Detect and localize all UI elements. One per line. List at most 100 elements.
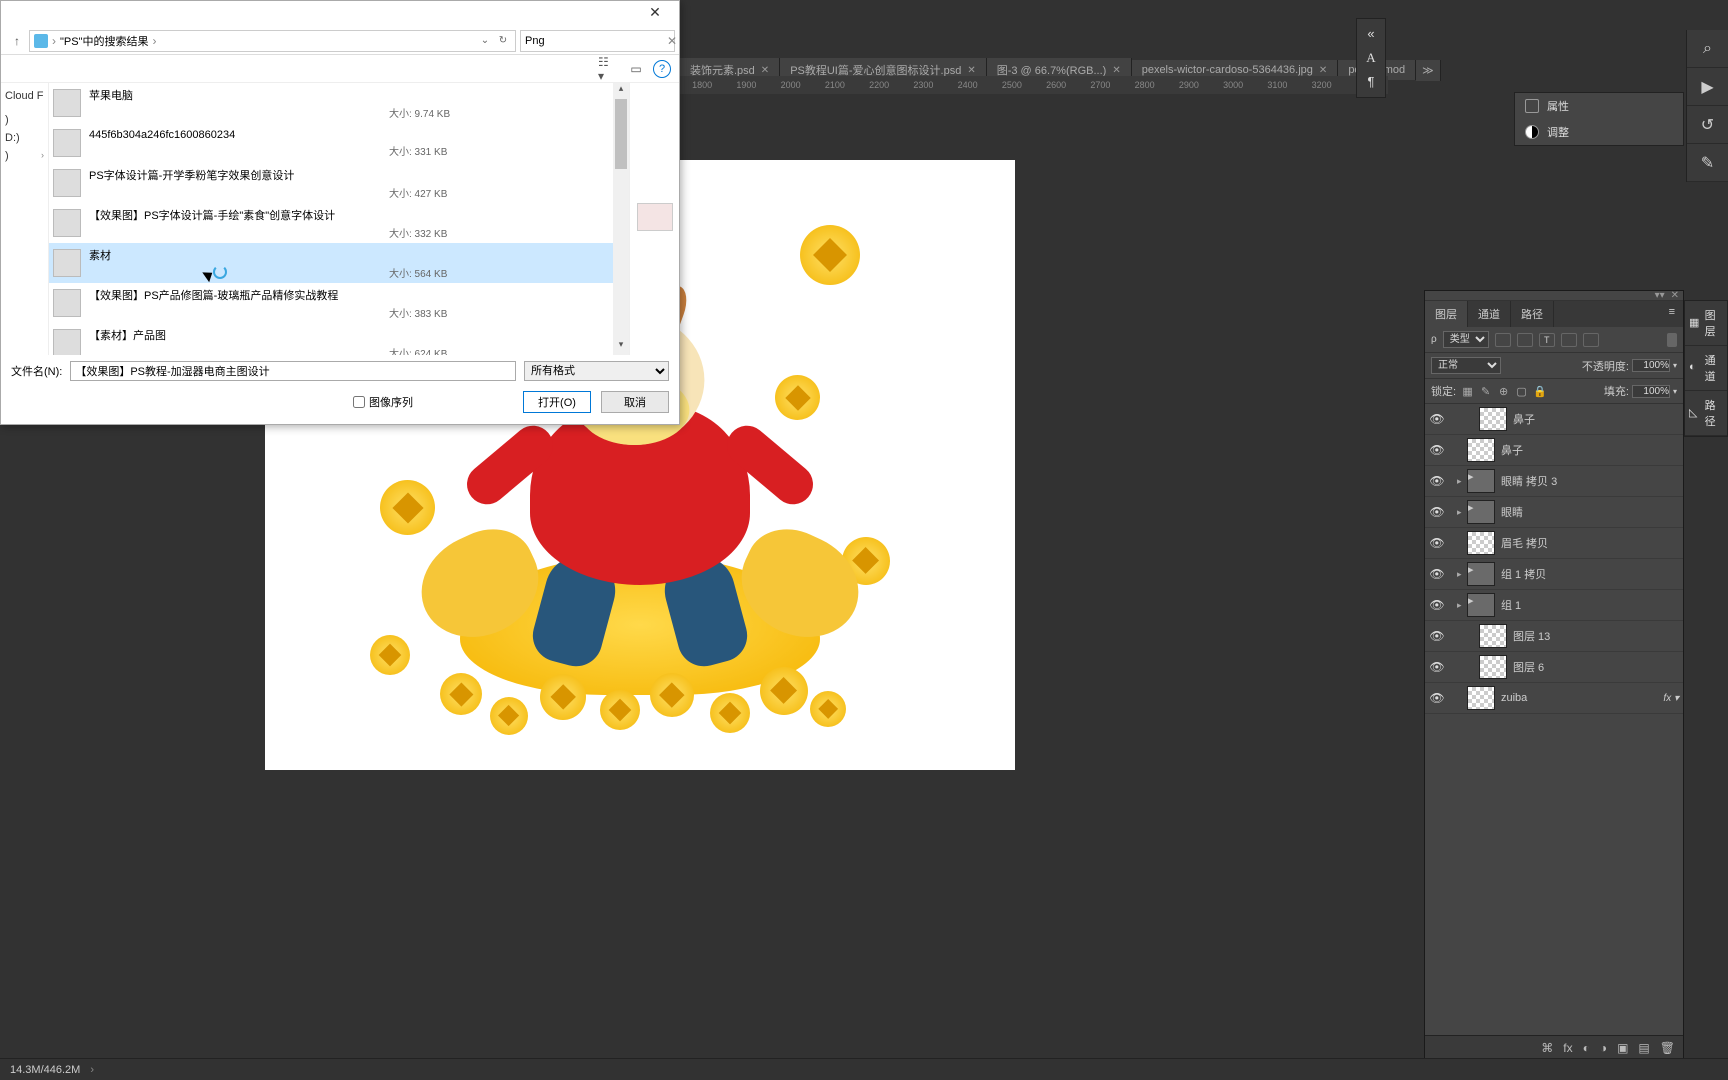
preview-pane-icon[interactable]: ▭: [625, 59, 647, 79]
blend-mode-select[interactable]: 正常: [1431, 357, 1501, 374]
play-icon[interactable]: ▶: [1687, 68, 1728, 106]
filter-shape-icon[interactable]: [1561, 333, 1577, 347]
visibility-icon[interactable]: 👁: [1429, 474, 1445, 488]
search-bar[interactable]: ✕: [520, 30, 675, 52]
visibility-icon[interactable]: 👁: [1429, 691, 1445, 705]
layer-row[interactable]: 👁鼻子: [1425, 435, 1683, 466]
group-icon[interactable]: ▣: [1617, 1041, 1628, 1055]
visibility-icon[interactable]: 👁: [1429, 660, 1445, 674]
collapse-icon[interactable]: ▾▾: [1655, 290, 1665, 301]
visibility-icon[interactable]: 👁: [1429, 443, 1445, 457]
scroll-track[interactable]: [613, 99, 629, 339]
file-item[interactable]: 【素材】产品图 大小: 624 KB: [49, 323, 613, 355]
dropdown-icon[interactable]: ⌄: [477, 35, 493, 46]
properties-row[interactable]: 属性: [1515, 93, 1683, 119]
adjustment-icon[interactable]: ◑: [1600, 1041, 1607, 1055]
file-item[interactable]: 苹果电脑 大小: 9.74 KB: [49, 83, 613, 123]
checkbox[interactable]: [353, 396, 365, 408]
filter-toggle[interactable]: [1667, 333, 1677, 347]
tree-item[interactable]: D:): [3, 129, 46, 147]
layer-row[interactable]: 👁图层 13: [1425, 621, 1683, 652]
visibility-icon[interactable]: 👁: [1429, 505, 1445, 519]
tree-item[interactable]: ): [3, 111, 46, 129]
trash-icon[interactable]: 🗑: [1660, 1041, 1675, 1055]
lock-position-icon[interactable]: ⊕: [1497, 385, 1510, 398]
tree-item[interactable]: )›: [3, 147, 46, 165]
chevron-down-icon[interactable]: ▾: [1673, 387, 1677, 396]
panel-collapse-bar[interactable]: ▾▾ ✕: [1425, 291, 1683, 301]
chevron-right-icon[interactable]: ▸: [1457, 569, 1467, 580]
close-icon[interactable]: ✕: [1671, 290, 1679, 301]
chevron-right-icon[interactable]: ▸: [1457, 600, 1467, 611]
panel-menu-icon[interactable]: ≡: [1661, 301, 1683, 327]
search-icon[interactable]: ⌕: [1687, 30, 1728, 68]
lock-artboard-icon[interactable]: ▢: [1515, 385, 1528, 398]
visibility-icon[interactable]: 👁: [1429, 567, 1445, 581]
scroll-down-icon[interactable]: ▾: [613, 339, 629, 355]
file-item[interactable]: PS字体设计篇-开学季粉笔字效果创意设计 大小: 427 KB: [49, 163, 613, 203]
lock-pixels-icon[interactable]: ▦: [1461, 385, 1474, 398]
file-item[interactable]: 【效果图】PS字体设计篇-手绘"素食"创意字体设计 大小: 332 KB: [49, 203, 613, 243]
close-button[interactable]: ✕: [637, 4, 673, 24]
layer-row[interactable]: 👁图层 6: [1425, 652, 1683, 683]
layer-row[interactable]: 👁▸▸组 1 拷贝: [1425, 559, 1683, 590]
file-item[interactable]: 445f6b304a246fc1600860234 大小: 331 KB: [49, 123, 613, 163]
file-item[interactable]: 【效果图】PS产品修图篇-玻璃瓶产品精修实战教程 大小: 383 KB: [49, 283, 613, 323]
tabs-overflow[interactable]: ≫: [1416, 60, 1441, 81]
view-options-icon[interactable]: ☷ ▾: [597, 59, 619, 79]
chevron-right-icon[interactable]: ▸: [1457, 476, 1467, 487]
close-icon[interactable]: ✕: [1319, 65, 1327, 76]
filter-text-icon[interactable]: T: [1539, 333, 1555, 347]
filter-smart-icon[interactable]: [1583, 333, 1599, 347]
close-icon[interactable]: ✕: [761, 65, 769, 76]
mask-icon[interactable]: ◐: [1583, 1041, 1590, 1055]
open-button[interactable]: 打开(O): [523, 391, 591, 413]
lock-brush-icon[interactable]: ✎: [1479, 385, 1492, 398]
filetype-select[interactable]: 所有格式: [524, 361, 669, 381]
tab-layers[interactable]: 图层: [1425, 301, 1468, 327]
filter-kind-select[interactable]: 类型: [1443, 331, 1489, 348]
layer-row[interactable]: 👁zuibafx ▾: [1425, 683, 1683, 714]
tree-item[interactable]: Cloud F: [3, 87, 46, 105]
layers-list[interactable]: 👁鼻子👁鼻子👁▸▸眼睛 拷贝 3👁▸▸眼睛👁眉毛 拷贝👁▸▸组 1 拷贝👁▸▸组…: [1425, 404, 1683, 714]
new-layer-icon[interactable]: ▤: [1638, 1041, 1649, 1055]
side-tab-channels[interactable]: ◐通道: [1685, 346, 1727, 391]
refresh-icon[interactable]: ↻: [495, 35, 511, 46]
visibility-icon[interactable]: 👁: [1429, 412, 1445, 426]
lock-all-icon[interactable]: 🔒: [1533, 385, 1546, 398]
visibility-icon[interactable]: 👁: [1429, 598, 1445, 612]
fx-icon[interactable]: fx: [1563, 1041, 1572, 1055]
filter-adjust-icon[interactable]: [1517, 333, 1533, 347]
filter-pixel-icon[interactable]: [1495, 333, 1511, 347]
layer-row[interactable]: 👁▸▸眼睛 拷贝 3: [1425, 466, 1683, 497]
layer-row[interactable]: 👁鼻子: [1425, 404, 1683, 435]
scroll-thumb[interactable]: [615, 99, 627, 169]
tab-paths[interactable]: 路径: [1511, 301, 1554, 327]
clear-icon[interactable]: ✕: [667, 34, 677, 48]
chevron-right-icon[interactable]: ›: [90, 1064, 94, 1076]
side-tab-paths[interactable]: ◺路径: [1685, 391, 1727, 436]
layer-row[interactable]: 👁▸▸组 1: [1425, 590, 1683, 621]
layer-row[interactable]: 👁眉毛 拷贝: [1425, 528, 1683, 559]
close-icon[interactable]: ✕: [967, 65, 975, 76]
visibility-icon[interactable]: 👁: [1429, 629, 1445, 643]
dialog-titlebar[interactable]: ✕: [1, 1, 679, 27]
image-sequence-checkbox[interactable]: 图像序列: [353, 394, 413, 410]
help-icon[interactable]: ?: [653, 60, 671, 78]
file-item[interactable]: 素材 大小: 564 KB: [49, 243, 613, 283]
address-bar[interactable]: › "PS"中的搜索结果 › ⌄↻: [29, 30, 516, 52]
up-button[interactable]: ↑: [5, 30, 29, 52]
link-icon[interactable]: ⌘: [1541, 1041, 1553, 1055]
history-icon[interactable]: ↺: [1687, 106, 1728, 144]
chevron-right-icon[interactable]: ▸: [1457, 507, 1467, 518]
ai-icon[interactable]: A: [1362, 49, 1380, 67]
filename-input[interactable]: [70, 361, 516, 381]
paragraph-icon[interactable]: ¶: [1362, 73, 1380, 91]
cancel-button[interactable]: 取消: [601, 391, 669, 413]
file-list[interactable]: 苹果电脑 大小: 9.74 KB 445f6b304a246fc16008602…: [49, 83, 629, 355]
breadcrumb[interactable]: "PS"中的搜索结果: [60, 33, 148, 49]
brush-icon[interactable]: ✎: [1687, 144, 1728, 182]
fx-badge[interactable]: fx ▾: [1663, 693, 1679, 704]
folder-tree[interactable]: Cloud F ) D:) )›: [1, 83, 49, 355]
opacity-input[interactable]: [1632, 359, 1670, 372]
